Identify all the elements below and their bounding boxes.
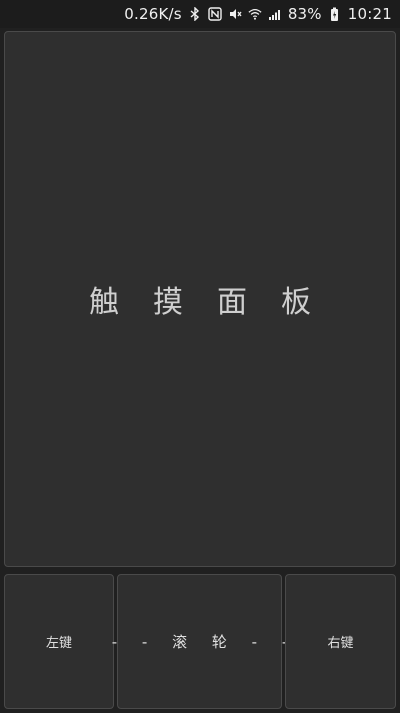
status-bar: 0.26K/s 83% 10:21 — [0, 0, 400, 28]
left-click-label: 左键 — [45, 636, 72, 651]
scroll-wheel-label: - - 滚 轮 - - — [111, 633, 298, 651]
bluetooth-icon — [188, 6, 202, 22]
touchpad-label: 触摸面板 — [89, 285, 345, 320]
touchpad[interactable]: 触摸面板 — [4, 31, 396, 567]
right-click-button[interactable]: 右键 — [285, 574, 396, 709]
battery-percent: 83% — [287, 5, 322, 23]
mute-icon — [228, 6, 242, 22]
nfc-icon — [208, 6, 222, 22]
left-click-button[interactable]: 左键 — [4, 574, 114, 709]
wifi-icon — [248, 6, 262, 22]
status-time: 10:21 — [347, 5, 392, 23]
battery-charging-icon — [328, 6, 342, 22]
signal-icon — [268, 6, 282, 22]
network-speed: 0.26K/s — [124, 5, 182, 23]
scroll-wheel-button[interactable]: - - 滚 轮 - - — [112, 574, 287, 709]
right-click-label: 右键 — [327, 636, 354, 651]
